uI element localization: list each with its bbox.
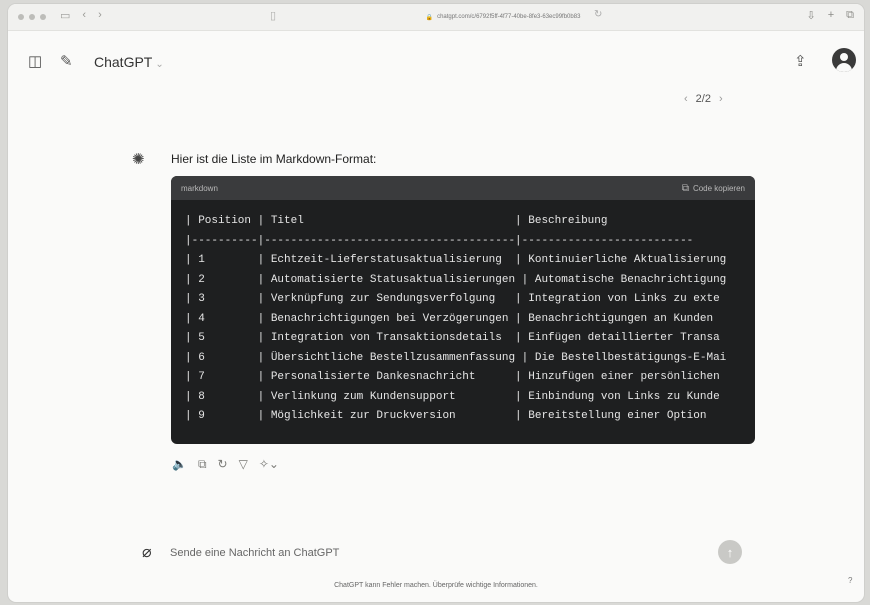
browser-toolbar: ▭ ‹ › ▯ 🔒 chatgpt.com/c/6792f5ff-4f77-40… (8, 4, 864, 31)
model-switch-icon[interactable]: ✧⌄ (259, 457, 279, 472)
copy-code-label: Code kopieren (692, 183, 745, 193)
code-line: | 5 | Integration von Transaktionsdetail… (185, 332, 720, 344)
copy-icon[interactable]: ⧉ (198, 457, 207, 472)
download-icon[interactable]: ⇩ (806, 9, 815, 22)
disclaimer-text: ChatGPT kann Fehler machen. Überprüfe wi… (334, 582, 538, 589)
regenerate-icon[interactable]: ↻ (218, 457, 228, 472)
copy-icon: ⧉ (681, 182, 689, 194)
browser-sidebar-icon[interactable]: ▭ (60, 9, 70, 22)
url-text: chatgpt.com/c/6792f5ff-4f77-40be-8fe3-63… (437, 14, 581, 20)
app-title-label: ChatGPT (94, 54, 153, 70)
new-tab-icon[interactable]: + (828, 9, 834, 22)
chevron-left-icon[interactable]: ‹ (82, 9, 86, 22)
help-button[interactable]: ? (848, 576, 852, 585)
code-line: | 1 | Echtzeit-Lieferstatusaktualisierun… (185, 254, 727, 266)
browser-window: ▭ ‹ › ▯ 🔒 chatgpt.com/c/6792f5ff-4f77-40… (8, 4, 864, 602)
edit-icon[interactable]: ✎ (60, 52, 73, 70)
chatgpt-logo-icon: ✺ (132, 151, 145, 168)
code-block: markdown ⧉ Code kopieren | Position | Ti… (171, 176, 755, 444)
code-content: | Position | Titel | Beschreibung |------… (171, 200, 755, 427)
thumbs-down-icon[interactable]: ▽ (239, 457, 248, 472)
model-selector[interactable]: ChatGPT ⌄ (94, 54, 164, 70)
pager-label: 2/2 (695, 93, 711, 105)
minimize-window-button[interactable] (29, 14, 35, 20)
code-line: | 8 | Verlinkung zum Kundensupport | Ein… (185, 390, 720, 403)
code-language-label: markdown (181, 183, 218, 193)
shield-icon[interactable]: ▯ (270, 9, 276, 22)
code-line: | 9 | Möglichkeit zur Druckversion | Ber… (185, 410, 707, 422)
lock-icon: 🔒 (425, 14, 434, 21)
message-actions: 🔈 ⧉ ↻ ▽ ✧⌄ (172, 457, 279, 472)
share-icon[interactable]: ⇪ (794, 52, 807, 70)
sidebar-icon[interactable]: ◫ (28, 52, 42, 70)
maximize-window-button[interactable] (40, 14, 46, 20)
message-input[interactable] (168, 543, 692, 563)
paperclip-icon[interactable]: ⌀ (142, 542, 152, 562)
code-line: | 7 | Personalisierte Dankesnachricht | … (185, 371, 720, 383)
chevron-right-icon[interactable]: › (98, 9, 102, 22)
composer: ⌀ ↑ (136, 536, 748, 570)
send-button[interactable]: ↑ (718, 540, 742, 564)
code-line: |----------|----------------------------… (185, 234, 694, 247)
previous-response-button[interactable]: ‹ (684, 93, 688, 105)
user-icon-head (840, 53, 848, 61)
browser-actions: ⇩ + ⧉ (806, 9, 854, 22)
response-pager: ‹ 2/2 › (684, 93, 723, 105)
reload-icon[interactable]: ↻ (594, 9, 602, 20)
user-icon-body (836, 63, 852, 72)
code-line: | 6 | Übersichtliche Bestellzusammenfass… (185, 351, 727, 364)
chevron-down-icon: ⌄ (155, 59, 164, 70)
code-line: | 3 | Verknüpfung zur Sendungsverfolgung… (185, 293, 720, 305)
tabs-overview-icon[interactable]: ⧉ (846, 9, 854, 22)
arrow-up-icon: ↑ (726, 544, 734, 560)
assistant-message-text: Hier ist die Liste im Markdown-Format: (171, 152, 377, 166)
copy-code-button[interactable]: ⧉ Code kopieren (682, 183, 745, 194)
code-line: | 2 | Automatisierte Statusaktualisierun… (185, 273, 727, 286)
app-header: ◫ ✎ ChatGPT ⌄ ⇪ (8, 44, 864, 80)
code-line: | Position | Titel | Beschreibung (185, 215, 608, 227)
browser-nav: ▭ ‹ › (60, 9, 102, 22)
window-controls (18, 14, 46, 20)
code-line: | 4 | Benachrichtigungen bei Verzögerung… (185, 312, 714, 325)
avatar[interactable] (832, 48, 856, 72)
address-bar[interactable]: 🔒 chatgpt.com/c/6792f5ff-4f77-40be-8fe3-… (388, 10, 618, 24)
next-response-button[interactable]: › (719, 93, 723, 105)
close-window-button[interactable] (18, 14, 24, 20)
code-block-header: markdown ⧉ Code kopieren (171, 176, 755, 200)
read-aloud-icon[interactable]: 🔈 (172, 457, 187, 472)
